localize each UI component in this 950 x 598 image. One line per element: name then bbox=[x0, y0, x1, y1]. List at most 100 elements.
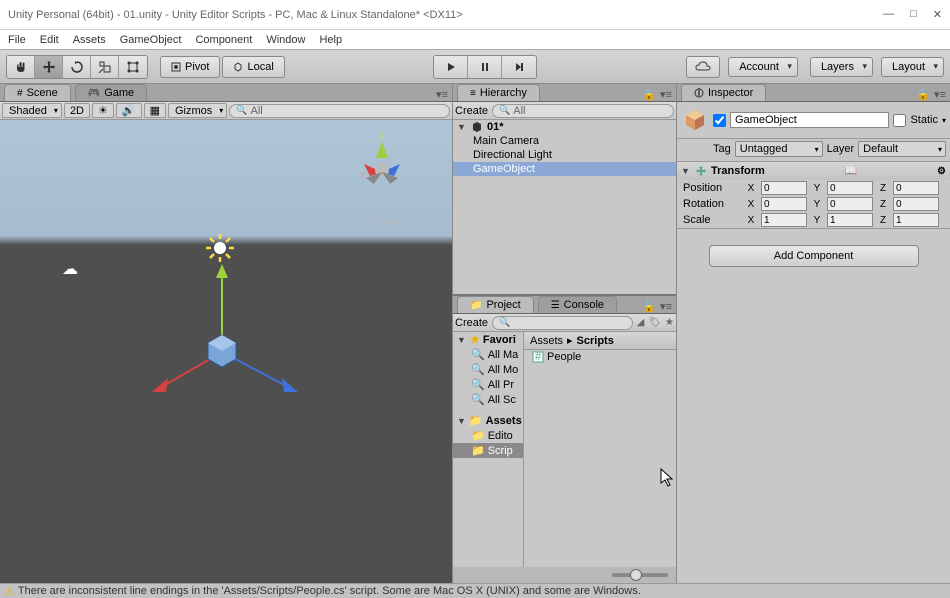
close-button[interactable]: ✕ bbox=[933, 8, 942, 21]
menu-help[interactable]: Help bbox=[319, 34, 342, 46]
orientation-gizmo[interactable]: y x bbox=[342, 130, 422, 210]
menu-edit[interactable]: Edit bbox=[40, 34, 59, 46]
menu-bar: File Edit Assets GameObject Component Wi… bbox=[0, 30, 950, 50]
transform-header[interactable]: ▼ Transform 📖 ⚙ bbox=[677, 162, 950, 180]
hierarchy-body[interactable]: ▼ 01* Main Camera Directional Light Game… bbox=[453, 120, 676, 294]
rect-tool-button[interactable] bbox=[119, 56, 147, 78]
tag-label: Tag bbox=[713, 143, 731, 155]
hierarchy-search[interactable]: 🔍All bbox=[492, 104, 674, 118]
pause-button[interactable] bbox=[468, 56, 502, 78]
sun-icon bbox=[205, 233, 235, 263]
local-button[interactable]: Local bbox=[222, 56, 284, 78]
add-component-button[interactable]: Add Component bbox=[709, 245, 919, 267]
tab-hierarchy[interactable]: ≡Hierarchy bbox=[457, 84, 540, 101]
gameobject-name-input[interactable] bbox=[730, 112, 889, 128]
gameobject-icon[interactable] bbox=[681, 106, 709, 134]
tab-menu-icon[interactable]: ▾≡ bbox=[436, 88, 448, 101]
lighting-toggle[interactable]: ☀ bbox=[92, 103, 114, 118]
tab-inspector[interactable]: i Inspector bbox=[681, 84, 766, 101]
transform-component: ▼ Transform 📖 ⚙ Position X Y Z Rotation … bbox=[677, 162, 950, 229]
fx-toggle[interactable]: ▦ bbox=[144, 103, 166, 118]
hierarchy-menu-icon[interactable]: ▾≡ bbox=[660, 88, 672, 101]
scl-y-input[interactable] bbox=[827, 213, 873, 227]
status-bar[interactable]: ⚠ There are inconsistent line endings in… bbox=[0, 583, 950, 598]
static-dropdown-icon[interactable]: ▾ bbox=[942, 116, 946, 125]
hierarchy-item-selected[interactable]: GameObject bbox=[453, 162, 676, 176]
inspector-tab-strip: i Inspector 🔒 ▾≡ bbox=[677, 84, 950, 102]
inspector-lock-icon[interactable]: 🔒 bbox=[916, 88, 930, 101]
tab-scene[interactable]: #Scene bbox=[4, 84, 71, 101]
layers-dropdown[interactable]: Layers bbox=[810, 57, 873, 77]
project-menu-icon[interactable]: ▾≡ bbox=[660, 300, 672, 313]
cloud-button[interactable] bbox=[686, 56, 720, 78]
scene-view[interactable]: y x Persp ☁ bbox=[0, 120, 452, 583]
2d-toggle[interactable]: 2D bbox=[64, 103, 90, 118]
csharp-script-icon: # bbox=[532, 351, 544, 363]
menu-assets[interactable]: Assets bbox=[73, 34, 106, 46]
pivot-button[interactable]: Pivot bbox=[160, 56, 220, 78]
project-filter-icon[interactable]: ◢ bbox=[637, 317, 645, 328]
scene-search[interactable]: 🔍All bbox=[229, 104, 450, 118]
pivot-icon bbox=[171, 62, 181, 72]
project-body: ▼★Favori 🔍All Ma 🔍All Mo 🔍All Pr 🔍All Sc… bbox=[453, 332, 676, 567]
main-toolbar: Pivot Local Account Layers Layout bbox=[0, 50, 950, 84]
project-star-icon[interactable]: ★ bbox=[665, 317, 674, 328]
move-tool-button[interactable] bbox=[35, 56, 63, 78]
scale-tool-button[interactable] bbox=[91, 56, 119, 78]
shaded-dropdown[interactable]: Shaded bbox=[2, 103, 62, 118]
gizmos-dropdown[interactable]: Gizmos bbox=[168, 103, 227, 118]
project-lock-icon[interactable]: 🔒 bbox=[642, 300, 656, 313]
inspector-menu-icon[interactable]: ▾≡ bbox=[934, 88, 946, 101]
tab-console[interactable]: ☰Console bbox=[538, 296, 617, 313]
static-checkbox[interactable] bbox=[893, 114, 906, 127]
move-gizmo[interactable] bbox=[140, 260, 320, 410]
play-button[interactable] bbox=[434, 56, 468, 78]
rotate-tool-button[interactable] bbox=[63, 56, 91, 78]
inspector-body: Static ▾ Tag Untagged Layer Default ▼ Tr… bbox=[677, 102, 950, 583]
tab-project[interactable]: 📁Project bbox=[457, 296, 534, 313]
hierarchy-scene-root[interactable]: ▼ 01* bbox=[453, 120, 676, 134]
minimize-button[interactable]: — bbox=[883, 8, 894, 21]
pos-y-input[interactable] bbox=[827, 181, 873, 195]
transform-gear-icon[interactable]: ⚙ bbox=[937, 166, 946, 177]
maximize-button[interactable]: □ bbox=[910, 8, 917, 21]
project-file[interactable]: # People bbox=[524, 350, 676, 364]
project-create-dropdown[interactable]: Create bbox=[455, 317, 488, 329]
menu-window[interactable]: Window bbox=[266, 34, 305, 46]
rot-z-input[interactable] bbox=[893, 197, 939, 211]
scl-z-input[interactable] bbox=[893, 213, 939, 227]
breadcrumb-item[interactable]: Scripts bbox=[577, 335, 614, 347]
persp-label: Persp bbox=[376, 218, 402, 229]
hierarchy-item[interactable]: Main Camera bbox=[453, 134, 676, 148]
menu-gameobject[interactable]: GameObject bbox=[120, 34, 182, 46]
rot-x-input[interactable] bbox=[761, 197, 807, 211]
project-tag-icon[interactable]: 🏷 bbox=[648, 317, 661, 328]
pos-x-input[interactable] bbox=[761, 181, 807, 195]
inspector-header: Static ▾ bbox=[677, 102, 950, 139]
menu-component[interactable]: Component bbox=[195, 34, 252, 46]
menu-file[interactable]: File bbox=[8, 34, 26, 46]
step-button[interactable] bbox=[502, 56, 536, 78]
tab-game[interactable]: 🎮Game bbox=[75, 84, 147, 101]
account-dropdown[interactable]: Account bbox=[728, 57, 798, 77]
project-content[interactable]: Assets ▸ Scripts # People bbox=[523, 332, 676, 567]
hierarchy-lock-icon[interactable]: 🔒 bbox=[642, 88, 656, 101]
window-buttons: — □ ✕ bbox=[883, 8, 942, 21]
hand-tool-button[interactable] bbox=[7, 56, 35, 78]
pos-z-input[interactable] bbox=[893, 181, 939, 195]
audio-toggle[interactable]: 🔊 bbox=[116, 103, 142, 118]
project-search[interactable]: 🔍 bbox=[492, 316, 633, 330]
layer-dropdown[interactable]: Default bbox=[858, 141, 946, 157]
transform-help-icon[interactable]: 📖 bbox=[845, 166, 857, 177]
gameobject-active-checkbox[interactable] bbox=[713, 114, 726, 127]
tag-dropdown[interactable]: Untagged bbox=[735, 141, 823, 157]
breadcrumb-item[interactable]: Assets bbox=[530, 335, 563, 347]
scl-x-input[interactable] bbox=[761, 213, 807, 227]
project-tree[interactable]: ▼★Favori 🔍All Ma 🔍All Mo 🔍All Pr 🔍All Sc… bbox=[453, 332, 523, 567]
project-tab-strip: 📁Project ☰Console 🔒 ▾≡ bbox=[453, 296, 676, 314]
layout-dropdown[interactable]: Layout bbox=[881, 57, 944, 77]
hierarchy-item[interactable]: Directional Light bbox=[453, 148, 676, 162]
rot-y-input[interactable] bbox=[827, 197, 873, 211]
hierarchy-create-dropdown[interactable]: Create bbox=[455, 105, 488, 117]
project-zoom-slider[interactable] bbox=[612, 573, 668, 577]
